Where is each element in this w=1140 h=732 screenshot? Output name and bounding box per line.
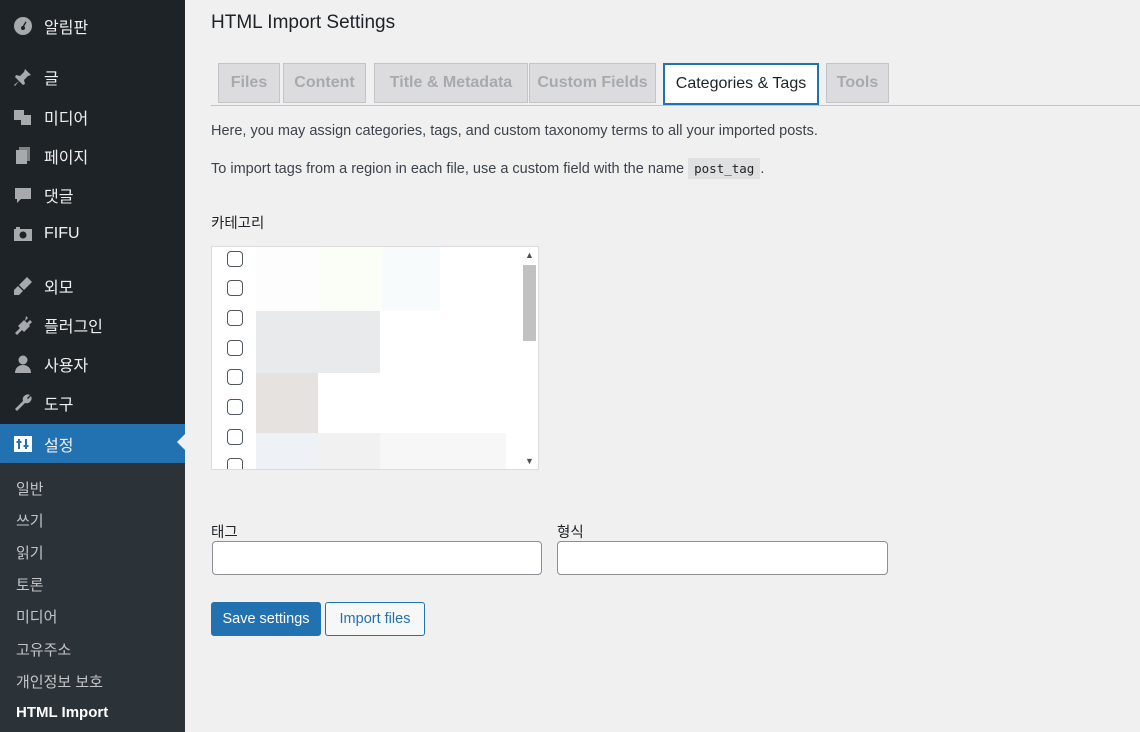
submenu-general[interactable]: 일반 xyxy=(16,478,44,499)
menu-label: 외모 xyxy=(44,280,74,297)
menu-label: 설정 xyxy=(44,437,74,455)
media-icon xyxy=(12,106,34,128)
blurred-region xyxy=(382,247,440,311)
category-checkbox[interactable] xyxy=(227,429,243,445)
menu-label: 댓글 xyxy=(44,189,74,206)
tab-tools[interactable]: Tools xyxy=(826,63,889,103)
blurred-region xyxy=(256,433,318,469)
format-label: 형식 xyxy=(557,525,584,541)
wrench-icon xyxy=(12,392,34,414)
blurred-region xyxy=(318,433,380,469)
menu-settings[interactable]: 설정 xyxy=(0,424,185,463)
menu-label: 글 xyxy=(44,71,59,88)
tab-content[interactable]: Content xyxy=(283,63,366,103)
dashboard-icon xyxy=(12,15,34,37)
help-text-post-tag: To import tags from a region in each fil… xyxy=(211,158,765,179)
help-text-taxonomy: Here, you may assign categories, tags, a… xyxy=(211,123,818,139)
category-checkbox[interactable] xyxy=(227,280,243,296)
tab-files[interactable]: Files xyxy=(218,63,280,103)
scroll-down-icon[interactable]: ▼ xyxy=(525,456,534,466)
category-checkbox[interactable] xyxy=(227,369,243,385)
settings-submenu: 일반 쓰기 읽기 토론 미디어 고유주소 개인정보 보호 HTML Import xyxy=(0,463,185,732)
pin-icon xyxy=(12,66,34,88)
page-icon xyxy=(12,145,34,167)
category-checklist[interactable]: ▲ ▼ xyxy=(211,246,539,470)
tab-custom-fields[interactable]: Custom Fields xyxy=(529,63,656,103)
menu-comments[interactable]: 댓글 xyxy=(0,177,185,213)
menu-label: FIFU xyxy=(44,225,80,242)
help-text-prefix: To import tags from a region in each fil… xyxy=(211,161,685,177)
menu-label: 페이지 xyxy=(44,150,89,167)
checklist-scrollbar[interactable]: ▲ ▼ xyxy=(521,247,538,469)
plugin-icon xyxy=(12,314,34,336)
page-title: HTML Import Settings xyxy=(211,12,396,33)
menu-appearance[interactable]: 외모 xyxy=(0,268,185,304)
category-label: 카테고리 xyxy=(211,216,265,232)
menu-users[interactable]: 사용자 xyxy=(0,346,185,382)
menu-media[interactable]: 미디어 xyxy=(0,99,185,135)
scroll-up-icon[interactable]: ▲ xyxy=(525,250,534,260)
category-checkbox[interactable] xyxy=(227,399,243,415)
submenu-discussion[interactable]: 토론 xyxy=(16,574,44,595)
submenu-reading[interactable]: 읽기 xyxy=(16,542,44,563)
submenu-media[interactable]: 미디어 xyxy=(16,606,57,627)
tab-categories-tags[interactable]: Categories & Tags xyxy=(663,63,819,105)
menu-label: 알림판 xyxy=(44,20,89,37)
menu-label: 플러그인 xyxy=(44,319,103,336)
menu-posts[interactable]: 글 xyxy=(0,59,185,95)
menu-fifu[interactable]: FIFU xyxy=(0,216,185,252)
blurred-region xyxy=(256,311,380,373)
save-settings-button[interactable]: Save settings xyxy=(211,602,321,636)
camera-icon xyxy=(12,223,34,245)
settings-icon xyxy=(12,433,34,455)
settings-tabs: Files Content Title & Metadata Custom Fi… xyxy=(211,63,1140,106)
blurred-region xyxy=(256,247,320,311)
menu-pages[interactable]: 페이지 xyxy=(0,138,185,174)
category-checkbox[interactable] xyxy=(227,251,243,267)
brush-icon xyxy=(12,275,34,297)
menu-plugins[interactable]: 플러그인 xyxy=(0,307,185,343)
tags-input[interactable] xyxy=(212,541,542,575)
blurred-region xyxy=(380,433,506,469)
post-tag-code: post_tag xyxy=(688,158,761,179)
user-icon xyxy=(12,353,34,375)
submenu-privacy[interactable]: 개인정보 보호 xyxy=(16,671,103,692)
menu-dashboard[interactable]: 알림판 xyxy=(0,8,185,44)
blurred-region xyxy=(256,373,318,433)
menu-label: 사용자 xyxy=(44,358,89,375)
category-checkbox[interactable] xyxy=(227,340,243,356)
submenu-writing[interactable]: 쓰기 xyxy=(16,510,44,531)
scroll-thumb[interactable] xyxy=(523,265,536,341)
submenu-permalinks[interactable]: 고유주소 xyxy=(16,639,71,660)
comment-icon xyxy=(12,184,34,206)
blurred-region xyxy=(320,247,382,311)
menu-tools[interactable]: 도구 xyxy=(0,385,185,421)
admin-sidebar: 알림판 글 미디어 페이지 댓글 FIFU 외모 플러그인 사용자 도구 설정 xyxy=(0,0,185,732)
category-checkbox[interactable] xyxy=(227,458,243,469)
submenu-html-import[interactable]: HTML Import xyxy=(16,704,108,721)
import-files-button[interactable]: Import files xyxy=(325,602,425,636)
format-input[interactable] xyxy=(557,541,888,575)
menu-label: 도구 xyxy=(44,397,74,414)
menu-label: 미디어 xyxy=(44,111,89,128)
tags-label: 태그 xyxy=(211,525,238,541)
tab-title-metadata[interactable]: Title & Metadata xyxy=(374,63,528,103)
help-text-suffix: . xyxy=(760,161,765,177)
category-checkbox[interactable] xyxy=(227,310,243,326)
